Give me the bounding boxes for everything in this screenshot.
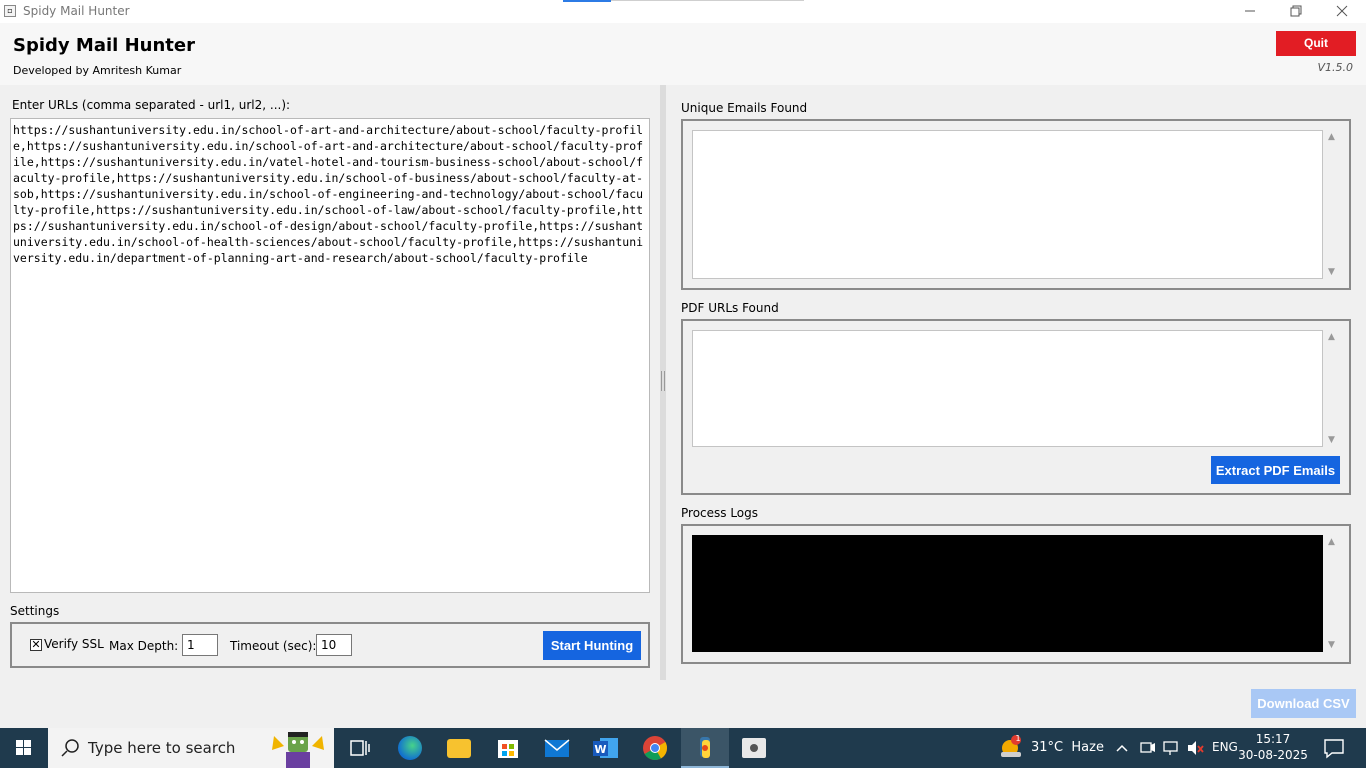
app-icon: ▫ (4, 5, 16, 17)
process-logs-label: Process Logs (681, 506, 759, 520)
start-hunting-button[interactable]: Start Hunting (543, 631, 641, 660)
verify-ssl-label: Verify SSL (44, 637, 104, 651)
timeout-label: Timeout (sec): (230, 639, 317, 653)
close-icon[interactable] (1319, 0, 1365, 23)
store-icon[interactable] (484, 728, 532, 768)
feather-app-icon[interactable] (730, 728, 778, 768)
weather-text[interactable]: 31°C Haze (1031, 740, 1104, 755)
logs-scrollbar[interactable]: ▲ ▼ (1323, 535, 1340, 652)
quit-button[interactable]: Quit (1276, 31, 1356, 56)
url-input[interactable]: https://sushantuniversity.edu.in/school-… (10, 118, 650, 593)
scroll-up-icon[interactable]: ▲ (1323, 130, 1340, 144)
volume-muted-icon[interactable] (1185, 728, 1205, 768)
notifications-icon[interactable] (1314, 728, 1354, 768)
taskbar: Type here to search W 1 31°C Haze ENG 15… (0, 728, 1366, 768)
svg-text:W: W (594, 743, 606, 756)
spidy-mail-hunter-task-icon[interactable] (681, 728, 729, 768)
mail-icon[interactable] (533, 728, 581, 768)
emails-label: Unique Emails Found (681, 101, 808, 115)
settings-label: Settings (10, 604, 60, 618)
title-divider (611, 0, 804, 1)
meet-now-icon[interactable] (1137, 728, 1157, 768)
minimize-icon[interactable] (1227, 0, 1273, 23)
pdf-urls-output[interactable] (692, 330, 1323, 447)
clock-time: 15:17 (1255, 732, 1291, 746)
search-placeholder: Type here to search (88, 739, 236, 757)
splitter-grip (661, 371, 665, 391)
window-title: Spidy Mail Hunter (23, 4, 130, 18)
task-view-icon[interactable] (336, 728, 384, 768)
word-icon[interactable]: W (582, 728, 630, 768)
search-icon (61, 739, 79, 757)
max-depth-label: Max Depth: (109, 639, 179, 653)
scroll-up-icon[interactable]: ▲ (1323, 330, 1340, 344)
clock-date: 30-08-2025 (1238, 748, 1308, 762)
scroll-up-icon[interactable]: ▲ (1323, 535, 1340, 549)
file-explorer-icon[interactable] (435, 728, 483, 768)
version-label: V1.5.0 (1317, 61, 1353, 74)
emails-scrollbar[interactable]: ▲ ▼ (1323, 130, 1340, 279)
process-logs-console[interactable] (692, 535, 1323, 652)
chevron-up-icon[interactable] (1114, 728, 1130, 768)
scroll-down-icon[interactable]: ▼ (1323, 265, 1340, 279)
verify-ssl-checkbox[interactable]: ✕ (30, 639, 42, 651)
title-bar: ▫ Spidy Mail Hunter (0, 0, 1366, 23)
download-csv-button[interactable]: Download CSV (1251, 689, 1356, 718)
max-depth-input[interactable]: 1 (182, 634, 218, 656)
bottom-bar (0, 680, 1366, 728)
pdf-urls-scrollbar[interactable]: ▲ ▼ (1323, 330, 1340, 447)
language-indicator[interactable]: ENG (1212, 740, 1238, 754)
url-input-label: Enter URLs (comma separated - url1, url2… (12, 98, 291, 112)
app-subtitle: Developed by Amritesh Kumar (13, 64, 182, 77)
emails-output[interactable] (692, 130, 1323, 279)
app-title: Spidy Mail Hunter (13, 35, 195, 56)
scroll-down-icon[interactable]: ▼ (1323, 638, 1340, 652)
edge-browser-icon[interactable] (386, 728, 434, 768)
mascot-icon (272, 732, 324, 768)
weather-badge: 1 (1015, 734, 1021, 743)
network-icon[interactable] (1161, 728, 1181, 768)
restore-icon[interactable] (1273, 0, 1319, 23)
pdf-urls-label: PDF URLs Found (681, 301, 779, 315)
title-accent (563, 0, 611, 2)
windows-start-icon[interactable] (0, 728, 48, 768)
taskbar-search[interactable]: Type here to search (48, 728, 334, 768)
extract-pdf-emails-button[interactable]: Extract PDF Emails (1211, 456, 1340, 484)
chrome-icon[interactable] (631, 728, 679, 768)
timeout-input[interactable]: 10 (316, 634, 352, 656)
taskbar-clock[interactable]: 15:17 30-08-2025 (1238, 731, 1308, 763)
scroll-down-icon[interactable]: ▼ (1323, 433, 1340, 447)
app-header: Spidy Mail Hunter Developed by Amritesh … (0, 23, 1366, 85)
